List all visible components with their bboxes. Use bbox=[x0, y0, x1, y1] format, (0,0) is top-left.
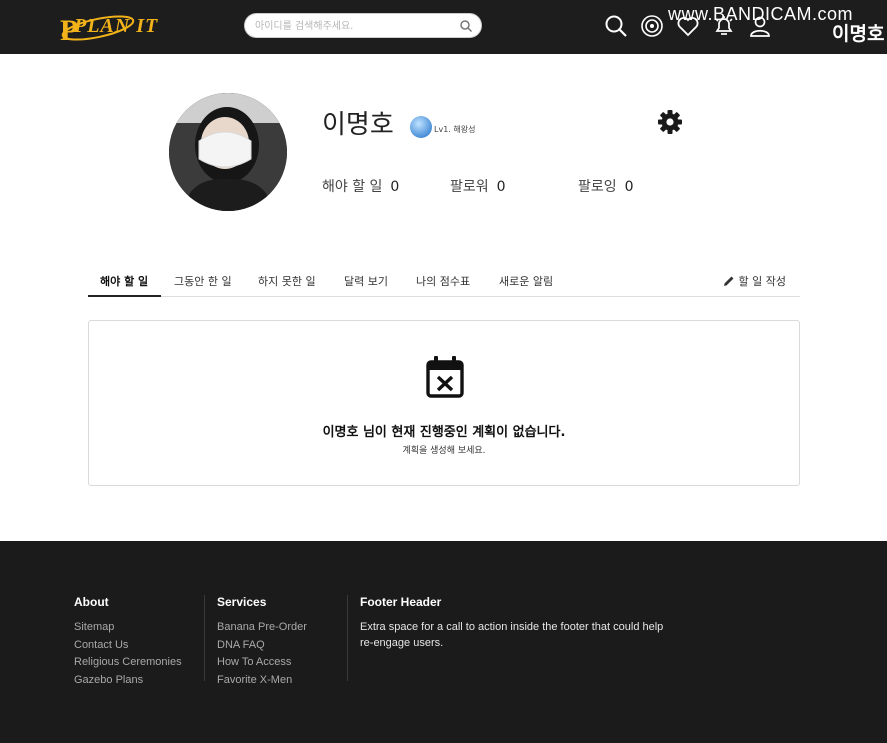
tab-done[interactable]: 그동안 한 일 bbox=[174, 273, 232, 289]
footer-cta-header: Footer Header bbox=[360, 595, 442, 609]
footer: About Sitemap Contact Us Religious Cerem… bbox=[0, 541, 887, 743]
footer-link-dna[interactable]: DNA FAQ bbox=[217, 637, 307, 655]
footer-link-ceremonies[interactable]: Religious Ceremonies bbox=[74, 654, 182, 672]
search-bar bbox=[244, 13, 482, 38]
level-label: Lv1. 해왕성 bbox=[434, 125, 476, 134]
stat-following[interactable]: 팔로잉 0 bbox=[578, 176, 634, 196]
footer-link-access[interactable]: How To Access bbox=[217, 654, 307, 672]
search-icon[interactable] bbox=[459, 19, 473, 33]
footer-col-cta: Footer Header Extra space for a call to … bbox=[360, 595, 670, 651]
stat-todo-count: 0 bbox=[390, 179, 400, 195]
footer-link-contact[interactable]: Contact Us bbox=[74, 637, 182, 655]
footer-about-header: About bbox=[74, 595, 109, 609]
footer-services-header: Services bbox=[217, 595, 267, 609]
stat-followers-count: 0 bbox=[496, 179, 506, 195]
profile-tabs: 해야 할 일 그동안 한 일 하지 못한 일 달력 보기 나의 점수표 새로운 … bbox=[88, 264, 800, 297]
tab-not-done[interactable]: 하지 못한 일 bbox=[258, 273, 316, 289]
avatar[interactable] bbox=[169, 93, 287, 211]
footer-divider bbox=[347, 595, 348, 681]
radar-icon[interactable] bbox=[638, 12, 666, 40]
footer-link-sitemap[interactable]: Sitemap bbox=[74, 619, 182, 637]
empty-state-subtitle: 계획을 생성해 보세요. bbox=[402, 446, 486, 456]
top-navbar: P PLAN IT 아이디를 검색해주세요. www.BANDICAM.com … bbox=[0, 0, 887, 54]
stat-following-label: 팔로잉 bbox=[578, 179, 617, 195]
footer-link-gazebo[interactable]: Gazebo Plans bbox=[74, 672, 182, 690]
footer-link-xmen[interactable]: Favorite X-Men bbox=[217, 672, 307, 690]
logo-text[interactable]: PLAN IT bbox=[74, 15, 158, 38]
profile-name: 이명호 bbox=[322, 110, 394, 140]
footer-link-banana[interactable]: Banana Pre-Order bbox=[217, 619, 307, 637]
stat-followers[interactable]: 팔로워 0 bbox=[450, 176, 506, 196]
gear-icon[interactable] bbox=[656, 108, 684, 136]
header-user-name[interactable]: 이명호 bbox=[832, 19, 884, 46]
write-todo-button[interactable]: 할 일 작성 bbox=[723, 273, 786, 289]
active-tab-indicator bbox=[88, 295, 161, 297]
recording-watermark: www.BANDICAM.com bbox=[668, 4, 854, 24]
tab-notifications[interactable]: 새로운 알림 bbox=[499, 273, 553, 289]
empty-state-title: 이명호 님이 현재 진행중인 계획이 없습니다. bbox=[322, 425, 566, 440]
search-input[interactable] bbox=[255, 17, 450, 35]
stat-following-count: 0 bbox=[624, 179, 634, 195]
stat-todo-label: 해야 할 일 bbox=[322, 179, 383, 195]
footer-col-services: Services Banana Pre-Order DNA FAQ How To… bbox=[217, 595, 307, 689]
tab-scorecard[interactable]: 나의 점수표 bbox=[416, 273, 470, 289]
footer-divider bbox=[204, 595, 205, 681]
profile-page: P PLAN IT 아이디를 검색해주세요. www.BANDICAM.com … bbox=[0, 0, 887, 743]
profile-stats: 해야 할 일 0 팔로워 0 팔로잉 0 bbox=[322, 176, 682, 196]
tab-calendar[interactable]: 달력 보기 bbox=[344, 273, 388, 289]
pencil-icon bbox=[723, 276, 734, 286]
calendar-x-icon bbox=[426, 356, 464, 398]
write-todo-label: 할 일 작성 bbox=[738, 275, 786, 288]
stat-todo[interactable]: 해야 할 일 0 bbox=[322, 176, 399, 196]
tab-todo[interactable]: 해야 할 일 bbox=[100, 273, 148, 289]
empty-plans-card: 이명호 님이 현재 진행중인 계획이 없습니다. 계획을 생성해 보세요. bbox=[88, 320, 800, 486]
stat-followers-label: 팔로워 bbox=[450, 179, 489, 195]
nav-search-icon[interactable] bbox=[602, 12, 630, 40]
footer-col-about: About Sitemap Contact Us Religious Cerem… bbox=[74, 595, 182, 689]
planet-level-icon bbox=[410, 116, 432, 138]
footer-cta-text: Extra space for a call to action inside … bbox=[360, 621, 664, 649]
